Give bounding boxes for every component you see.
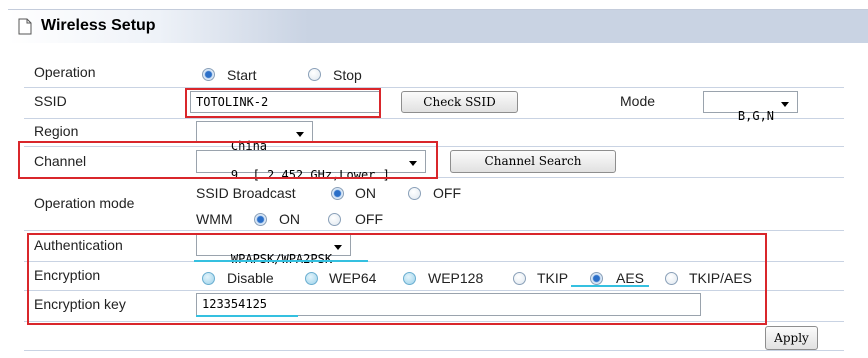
wmm-off-radio[interactable]: [328, 213, 341, 226]
ssid-broadcast-on-label: ON: [355, 185, 376, 201]
wmm-on-radio[interactable]: [254, 213, 267, 226]
ssid-broadcast-off-label: OFF: [433, 185, 461, 201]
chevron-down-icon: [781, 102, 789, 107]
ssid-broadcast-off-radio[interactable]: [408, 187, 421, 200]
wmm-label: WMM: [196, 211, 233, 227]
operation-mode-row: Operation mode SSID Broadcast ON OFF WMM…: [24, 178, 844, 231]
bottom-divider: [24, 350, 844, 351]
chevron-down-icon: [296, 132, 304, 137]
ssid-broadcast-on-radio[interactable]: [331, 187, 344, 200]
operation-label: Operation: [34, 64, 96, 80]
ssid-highlight-box: [185, 88, 381, 118]
ssid-label: SSID: [34, 93, 67, 109]
ssid-row: SSID TOTOLINK-2 Check SSID Mode B,G,N: [24, 88, 844, 123]
apply-button[interactable]: Apply: [765, 326, 818, 350]
channel-search-button[interactable]: Channel Search: [450, 150, 616, 173]
operation-start-radio[interactable]: [202, 68, 215, 81]
operation-start-label: Start: [227, 67, 257, 83]
mode-select[interactable]: B,G,N: [703, 91, 798, 123]
ssid-broadcast-label: SSID Broadcast: [196, 185, 296, 201]
wmm-off-label: OFF: [355, 211, 383, 227]
operation-row: Operation Start Stop: [24, 60, 844, 88]
page-title: Wireless Setup: [41, 17, 156, 34]
wmm-on-label: ON: [279, 211, 300, 227]
region-select[interactable]: China: [196, 121, 313, 153]
page-icon: [18, 18, 32, 35]
operation-stop-label: Stop: [333, 67, 362, 83]
security-highlight-box: [27, 233, 767, 325]
channel-highlight-box: [18, 141, 438, 179]
region-label: Region: [34, 123, 79, 139]
mode-label: Mode: [620, 93, 656, 109]
operation-stop-radio[interactable]: [308, 68, 321, 81]
check-ssid-button[interactable]: Check SSID: [401, 91, 518, 113]
page-header: Wireless Setup: [8, 9, 868, 43]
operation-mode-label: Operation mode: [34, 195, 135, 211]
